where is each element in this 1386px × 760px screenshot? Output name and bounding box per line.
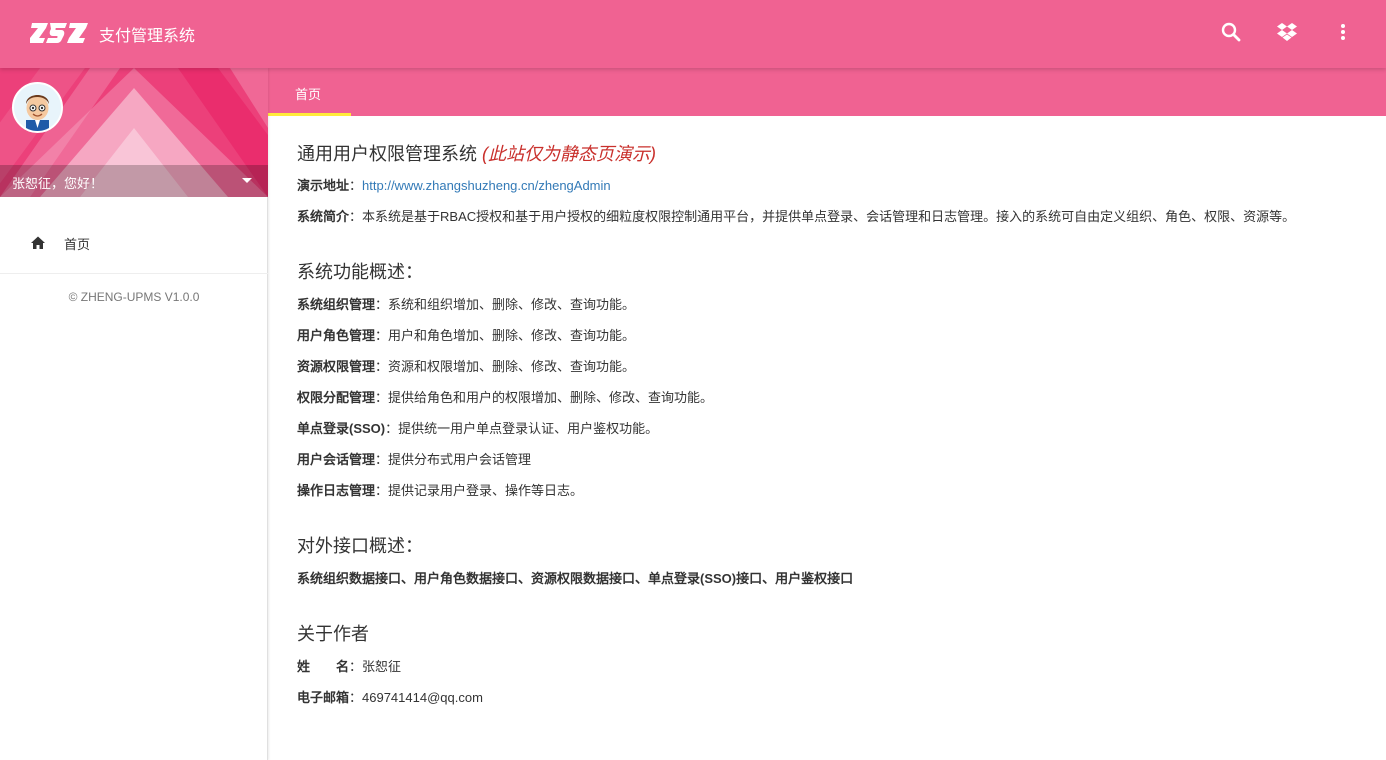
feature-text: ：提供给角色和用户的权限增加、删除、修改、查询功能。	[375, 390, 714, 405]
about-heading: 关于作者	[297, 624, 369, 644]
feature-text: ：系统和组织增加、删除、修改、查询功能。	[375, 297, 636, 312]
features-heading: 系统功能概述：	[297, 262, 423, 282]
app-title: 支付管理系统	[99, 28, 196, 45]
sidebar-item-label: 首页	[64, 237, 91, 252]
feature-item: 操作日志管理：提供记录用户登录、操作等日志。	[297, 480, 583, 499]
intro-row: 系统简介：本系统是基于RBAC授权和基于用户授权的细粒度权限控制通用平台，并提供…	[297, 206, 1295, 225]
name-value: ：张恕征	[349, 659, 402, 674]
intro-label: 系统简介	[297, 209, 350, 224]
feature-label: 权限分配管理	[297, 390, 376, 405]
caret-down-icon	[242, 178, 252, 183]
feature-label: 单点登录(SSO)	[297, 421, 386, 436]
feature-label: 用户会话管理	[297, 452, 376, 467]
user-avatar[interactable]	[12, 82, 63, 133]
more-vert-icon[interactable]	[1331, 20, 1355, 44]
top-app-bar: 支付管理系统	[0, 0, 1386, 68]
feature-label: 操作日志管理	[297, 483, 376, 498]
name-label: 姓 名	[297, 659, 350, 674]
profile-header: 张恕征，您好！	[0, 68, 268, 197]
feature-item: 资源权限管理：资源和权限增加、删除、修改、查询功能。	[297, 356, 635, 375]
feature-item: 单点登录(SSO)：提供统一用户单点登录认证、用户鉴权功能。	[297, 418, 658, 437]
author-name-row: 姓 名：张恕征	[297, 656, 401, 675]
sidebar-item-home[interactable]: 首页	[0, 214, 268, 274]
home-icon	[31, 236, 45, 249]
user-greeting: 张恕征，您好！	[12, 176, 104, 191]
feature-label: 系统组织管理	[297, 297, 376, 312]
user-menu-toggle[interactable]: 张恕征，您好！	[0, 165, 268, 197]
email-label: 电子邮箱	[297, 690, 350, 705]
copyright-text: © ZHENG-UPMS V1.0.0	[68, 290, 200, 304]
author-email-row: 电子邮箱：469741414@qq.com	[297, 687, 483, 706]
demo-address-row: 演示地址：http://www.zhangshuzheng.cn/zhengAd…	[297, 178, 611, 193]
active-tab-indicator	[268, 113, 351, 116]
title-note: (此站仅为静态页演示)	[482, 144, 657, 164]
feature-text: ：提供分布式用户会话管理	[375, 452, 532, 467]
divider	[0, 273, 268, 274]
zsz-logo[interactable]	[30, 21, 88, 45]
dropbox-icon[interactable]	[1275, 20, 1299, 44]
page-title: 通用用户权限管理系统 (此站仅为静态页演示)	[297, 140, 656, 166]
feature-item: 系统组织管理：系统和组织增加、删除、修改、查询功能。	[297, 294, 635, 313]
feature-item: 权限分配管理：提供给角色和用户的权限增加、删除、修改、查询功能。	[297, 387, 713, 406]
email-value: ：469741414@qq.com	[349, 690, 483, 705]
feature-text: ：资源和权限增加、删除、修改、查询功能。	[375, 359, 636, 374]
sidebar: 张恕征，您好！ 首页 © ZHENG-UPMS V1.0.0	[0, 68, 268, 760]
api-heading: 对外接口概述：	[297, 536, 423, 556]
intro-text: ：本系统是基于RBAC授权和基于用户授权的细粒度权限控制通用平台，并提供单点登录…	[349, 209, 1296, 224]
feature-text: ：提供记录用户登录、操作等日志。	[375, 483, 584, 498]
search-icon[interactable]	[1219, 20, 1243, 44]
feature-label: 用户角色管理	[297, 328, 376, 343]
demo-label: 演示地址	[297, 178, 350, 193]
tab-home[interactable]: 首页	[268, 68, 351, 116]
feature-text: ：用户和角色增加、删除、修改、查询功能。	[375, 328, 636, 343]
feature-item: 用户角色管理：用户和角色增加、删除、修改、查询功能。	[297, 325, 635, 344]
demo-url-link[interactable]: http://www.zhangshuzheng.cn/zhengAdmin	[362, 178, 611, 193]
tab-label: 首页	[295, 87, 322, 102]
title-text: 通用用户权限管理系统	[297, 144, 477, 164]
tab-bar: 首页	[268, 68, 1386, 116]
feature-label: 资源权限管理	[297, 359, 376, 374]
feature-item: 用户会话管理：提供分布式用户会话管理	[297, 449, 531, 468]
api-text: 系统组织数据接口、用户角色数据接口、资源权限数据接口、单点登录(SSO)接口、用…	[297, 571, 854, 586]
feature-text: ：提供统一用户单点登录认证、用户鉴权功能。	[385, 421, 659, 436]
api-row: 系统组织数据接口、用户角色数据接口、资源权限数据接口、单点登录(SSO)接口、用…	[297, 568, 853, 587]
